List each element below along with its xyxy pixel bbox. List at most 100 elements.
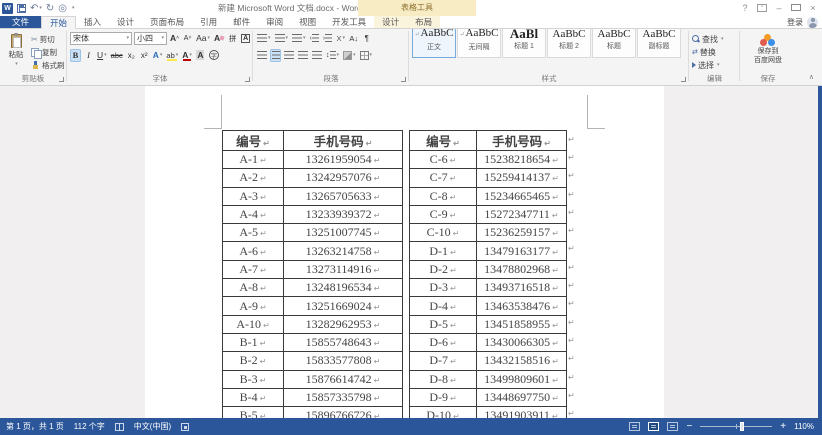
copy-button[interactable]: 复制 — [31, 45, 57, 59]
read-mode-button[interactable] — [629, 422, 640, 431]
table-cell[interactable]: A-3↵ — [223, 187, 284, 205]
align-center-button[interactable] — [270, 49, 281, 62]
table-cell[interactable]: 15272347711↵ — [477, 205, 567, 223]
web-layout-button[interactable] — [667, 422, 678, 431]
table-cell[interactable]: C-10↵ — [410, 224, 477, 242]
format-painter-button[interactable]: 格式刷 — [31, 58, 65, 72]
find-button[interactable]: 查找▾ — [692, 32, 724, 46]
table-cell[interactable]: 15857335798↵ — [284, 388, 403, 406]
tab-insert[interactable]: 插入 — [76, 16, 109, 28]
table-cell[interactable]: B-5↵ — [223, 407, 284, 418]
table-cell[interactable]: 13493716518↵ — [477, 279, 567, 297]
table-cell[interactable]: 15238218654↵ — [477, 151, 567, 169]
table-cell[interactable]: 13430066305↵ — [477, 333, 567, 351]
select-button[interactable]: 选择▾ — [692, 58, 720, 72]
asian-layout-button[interactable]: X▾ — [335, 32, 346, 45]
table-cell[interactable]: D-7↵ — [410, 352, 477, 370]
table-cell[interactable]: A-6↵ — [223, 242, 284, 260]
table-cell[interactable]: 13432158516↵ — [477, 352, 567, 370]
table-cell[interactable]: 15833577808↵ — [284, 352, 403, 370]
cut-button[interactable]: ✂ 剪切 — [31, 32, 55, 46]
table-cell[interactable]: B-1↵ — [223, 333, 284, 351]
font-name-combobox[interactable]: 宋体▾ — [70, 32, 132, 45]
print-layout-button[interactable] — [648, 422, 659, 431]
table-cell[interactable]: B-2↵ — [223, 352, 284, 370]
sign-in[interactable]: 登录 — [787, 16, 822, 28]
macro-record-icon[interactable] — [181, 423, 189, 431]
table-cell[interactable]: 13451858955↵ — [477, 315, 567, 333]
zoom-out-button[interactable]: − — [686, 422, 692, 432]
table-cell[interactable]: C-7↵ — [410, 169, 477, 187]
table-cell[interactable]: D-4↵ — [410, 297, 477, 315]
minimize-button[interactable]: – — [774, 3, 784, 13]
table-header-cell[interactable]: 手机号码↵ — [284, 131, 403, 151]
table-cell[interactable]: 15259414137↵ — [477, 169, 567, 187]
change-case-button[interactable]: Aa▾ — [195, 32, 211, 45]
table-cell[interactable]: A-10↵ — [223, 315, 284, 333]
table-header-cell[interactable]: 手机号码↵ — [477, 131, 567, 151]
save-button[interactable] — [17, 2, 26, 14]
paragraph-dialog-launcher[interactable] — [401, 77, 406, 82]
table-cell[interactable]: B-4↵ — [223, 388, 284, 406]
character-border-button[interactable]: A — [240, 32, 251, 45]
tab-table-layout[interactable]: 布局 — [407, 16, 440, 28]
clear-formatting-button[interactable]: A — [213, 32, 225, 45]
table-cell[interactable]: A-1↵ — [223, 151, 284, 169]
tab-developer[interactable]: 开发工具 — [324, 16, 374, 28]
table-cell[interactable]: 13463538476↵ — [477, 297, 567, 315]
phonetic-guide-button[interactable]: 拼 — [227, 32, 238, 45]
table-cell[interactable]: 15234665465↵ — [477, 187, 567, 205]
close-button[interactable]: × — [808, 3, 818, 13]
table-cell[interactable]: A-2↵ — [223, 169, 284, 187]
language-indicator[interactable]: 中文(中国) — [134, 421, 171, 432]
help-button[interactable]: ? — [740, 3, 750, 13]
tab-mailings[interactable]: 邮件 — [225, 16, 258, 28]
zoom-level[interactable]: 110% — [794, 422, 814, 431]
zoom-slider-thumb[interactable] — [740, 422, 744, 431]
proofing-icon[interactable] — [115, 423, 124, 431]
shading-button[interactable]: ▾ — [342, 49, 357, 62]
distribute-button[interactable] — [311, 49, 323, 62]
italic-button[interactable]: I — [83, 49, 94, 62]
table-cell[interactable]: 15855748643↵ — [284, 333, 403, 351]
shrink-font-button[interactable]: A˅ — [182, 32, 193, 45]
tab-table-design[interactable]: 设计 — [374, 16, 407, 28]
table-cell[interactable]: D-5↵ — [410, 315, 477, 333]
table-cell[interactable]: A-8↵ — [223, 279, 284, 297]
table-header-cell[interactable]: 编号↵ — [223, 131, 284, 151]
table-cell[interactable]: C-6↵ — [410, 151, 477, 169]
table-cell[interactable]: 13242957076↵ — [284, 169, 403, 187]
show-hide-marks-button[interactable]: ¶ — [361, 32, 372, 45]
table-cell[interactable]: 13479163177↵ — [477, 242, 567, 260]
highlight-color-button[interactable]: ab▾ — [165, 49, 179, 62]
grow-font-button[interactable]: A˄ — [169, 32, 180, 45]
table-cell[interactable]: D-1↵ — [410, 242, 477, 260]
redo-button[interactable]: ↻ — [46, 2, 54, 14]
table-cell[interactable]: 13265705633↵ — [284, 187, 403, 205]
tab-file[interactable]: 文件 — [0, 16, 41, 28]
table-cell[interactable]: A-5↵ — [223, 224, 284, 242]
increase-indent-button[interactable]: › — [322, 32, 333, 45]
tab-home[interactable]: 开始 — [41, 16, 76, 29]
tab-references[interactable]: 引用 — [192, 16, 225, 28]
table-cell[interactable]: A-4↵ — [223, 205, 284, 223]
undo-button[interactable]: ↶▾ — [30, 2, 42, 14]
tab-view[interactable]: 视图 — [291, 16, 324, 28]
table-cell[interactable]: A-9↵ — [223, 297, 284, 315]
borders-button[interactable]: ▾ — [359, 49, 374, 62]
multilevel-list-button[interactable]: ▾ — [291, 32, 307, 45]
tab-page-layout[interactable]: 页面布局 — [142, 16, 192, 28]
font-dialog-launcher[interactable] — [245, 77, 250, 82]
replace-button[interactable]: ⇄ 替换 — [692, 45, 716, 59]
table-cell[interactable]: 13282962953↵ — [284, 315, 403, 333]
table-header-cell[interactable]: 编号↵ — [410, 131, 477, 151]
paste-button[interactable]: 粘贴 ▾ — [3, 31, 29, 71]
collapse-ribbon-button[interactable]: ∧ — [809, 73, 814, 81]
table-cell[interactable]: 13261959054↵ — [284, 151, 403, 169]
document-area[interactable]: 编号↵手机号码↵A-1↵13261959054↵A-2↵13242957076↵… — [0, 86, 822, 418]
qat-customize-button[interactable]: ▾ — [71, 2, 75, 14]
align-left-button[interactable] — [256, 49, 268, 62]
table-cell[interactable]: D-8↵ — [410, 370, 477, 388]
word-count[interactable]: 112 个字 — [74, 421, 105, 432]
font-color-button[interactable]: A▾ — [181, 49, 193, 62]
